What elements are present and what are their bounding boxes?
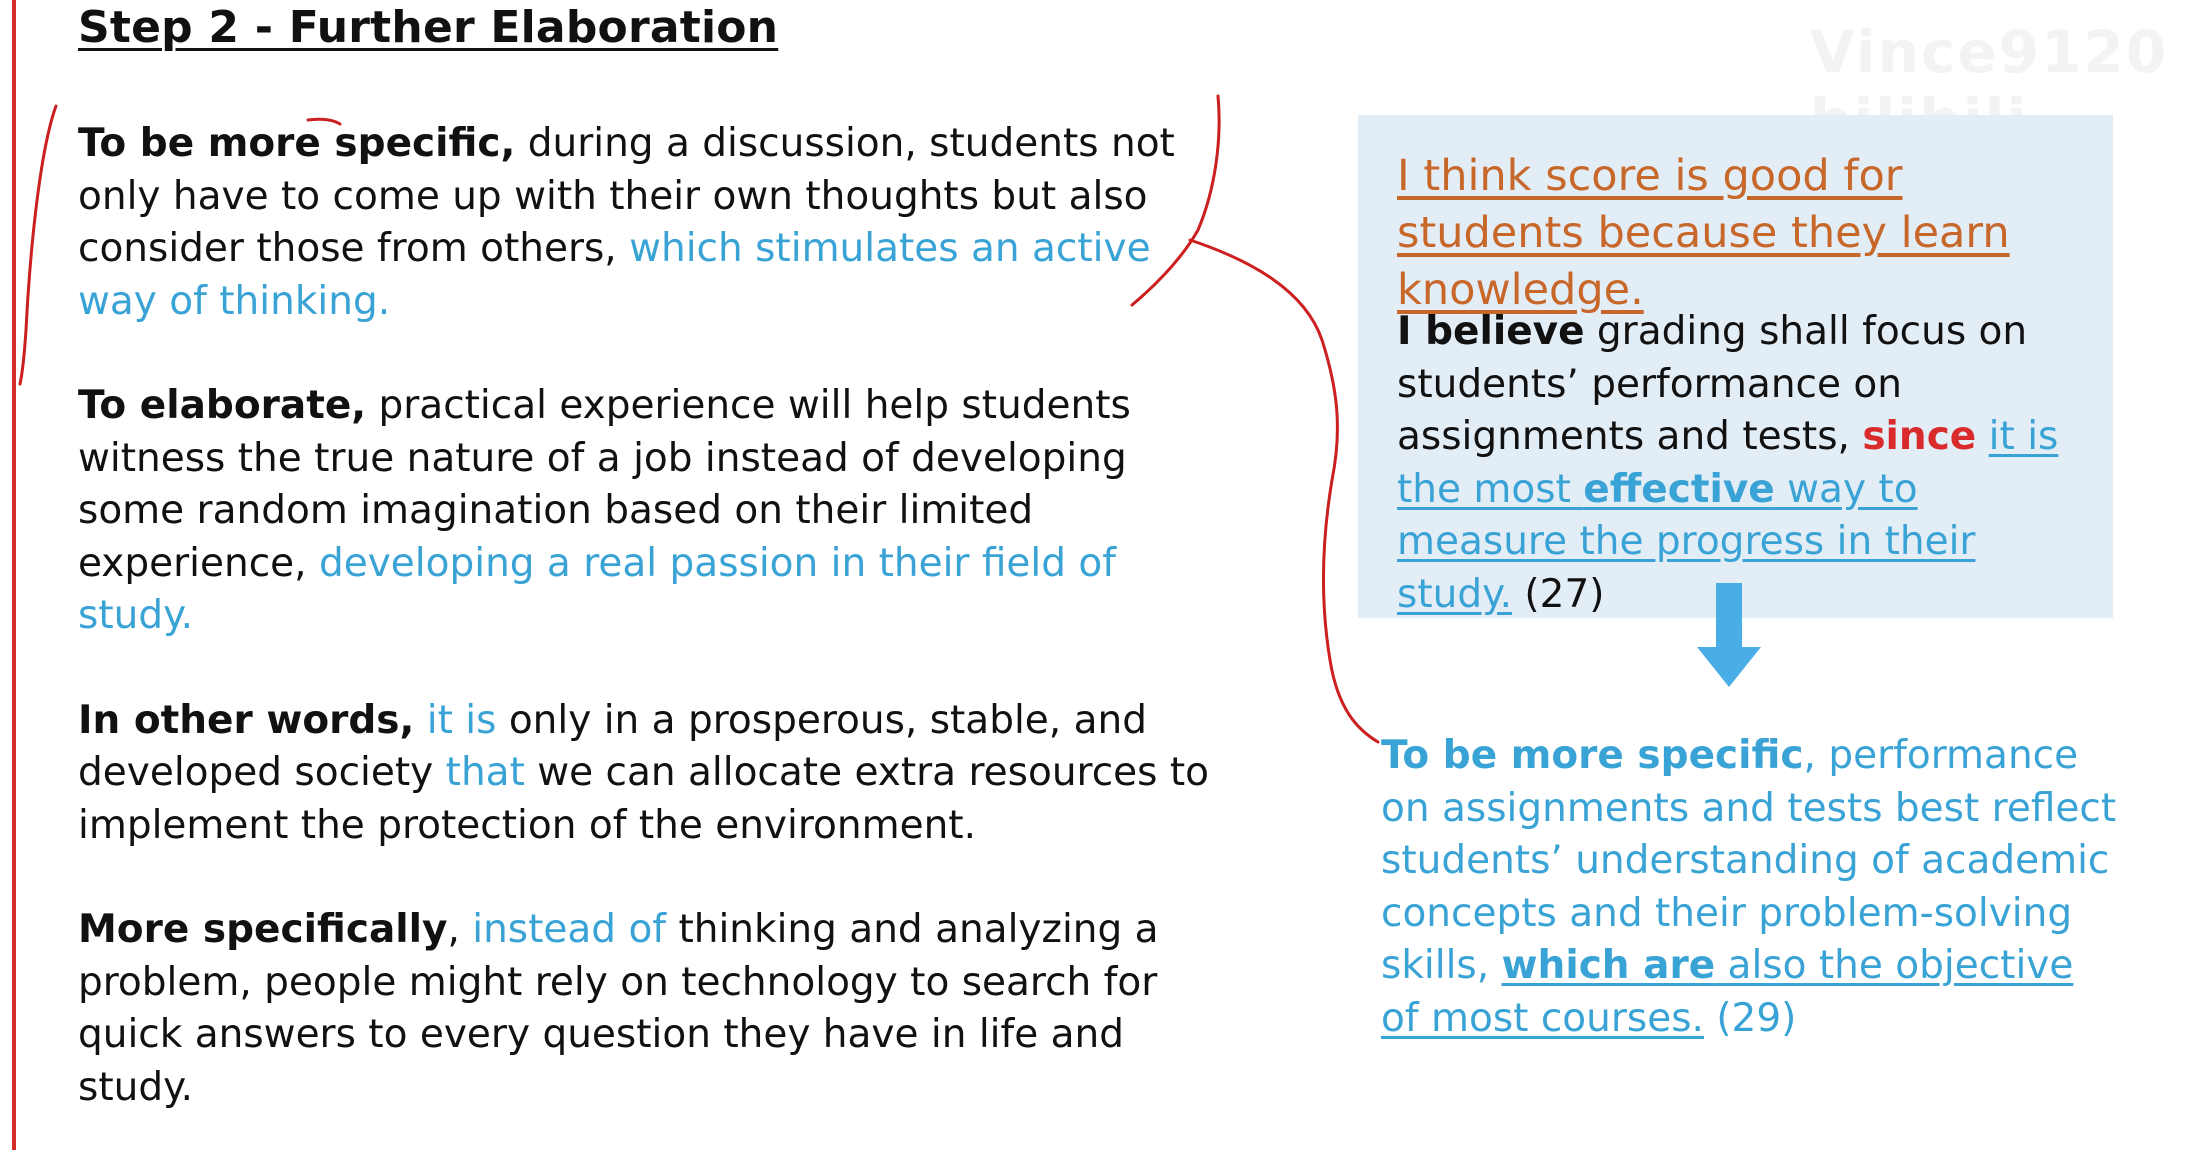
red-annotation-marks (18, 94, 1380, 744)
